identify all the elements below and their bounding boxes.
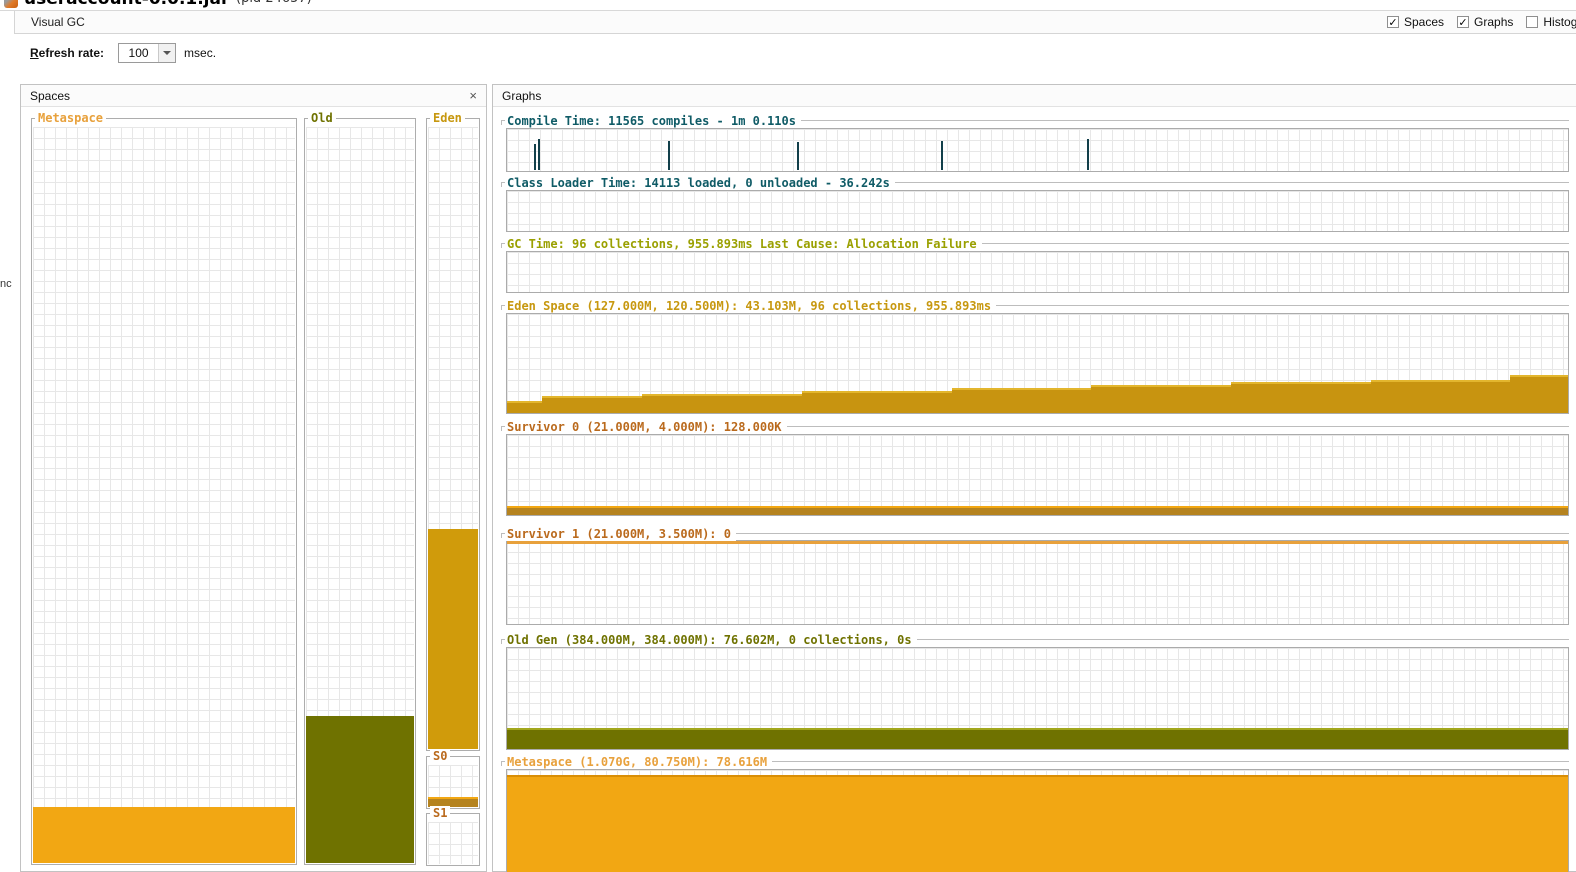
- step-fill-segment: [1370, 380, 1510, 413]
- graph-strip-label: Class Loader Time: 14113 loaded, 0 unloa…: [505, 176, 895, 190]
- refresh-label-rest: efresh rate:: [38, 46, 105, 60]
- compile-spike: [940, 140, 943, 170]
- space-column-s1: S1: [426, 806, 480, 866]
- space-column-eden: Eden: [426, 111, 480, 751]
- space-column-metaspace: Metaspace: [31, 111, 297, 865]
- step-fill-segment: [507, 401, 542, 413]
- graph-strip-chart-0: [506, 128, 1569, 172]
- space-column-fill: [428, 528, 478, 749]
- checkbox-graphs[interactable]: ✓ Graphs: [1457, 15, 1513, 29]
- space-column-grid: [428, 127, 478, 749]
- compile-spike: [796, 142, 799, 170]
- graph-strip-chart-4: [506, 434, 1569, 516]
- chart-top-line: [507, 541, 1568, 544]
- graph-strip-chart-5: [506, 540, 1569, 625]
- left-edge-text-fragment: nc: [0, 278, 12, 290]
- graph-strip-chart-7: [506, 769, 1569, 872]
- graph-strip-label: GC Time: 96 collections, 955.893ms Last …: [505, 237, 982, 251]
- step-fill-segment: [641, 394, 802, 413]
- step-fill-segment: [1230, 382, 1371, 413]
- space-column-label: Metaspace: [35, 111, 107, 125]
- step-fill-segment: [1090, 385, 1231, 413]
- graphs-panel-header: Graphs: [493, 85, 1576, 107]
- space-column-grid: [428, 822, 478, 864]
- graph-strip-label: Survivor 0 (21.000M, 4.000M): 128.000K: [505, 420, 787, 434]
- graph-strip-label: Metaspace (1.070G, 80.750M): 78.616M: [505, 755, 773, 769]
- step-fill-segment: [1509, 375, 1568, 413]
- checkbox-spaces[interactable]: ✓ Spaces: [1387, 15, 1444, 29]
- window-title: useraccount-0.0.1.jar: [24, 0, 229, 9]
- graph-strip-label: Old Gen (384.000M, 384.000M): 76.602M, 0…: [505, 633, 917, 647]
- combo-dropdown-button[interactable]: [158, 44, 176, 62]
- compile-spike: [668, 140, 671, 170]
- checkbox-box-icon[interactable]: ✓: [1457, 16, 1470, 29]
- graph-strip-chart-1: [506, 190, 1569, 232]
- chart-fill: [507, 727, 1568, 749]
- graph-strip-chart-2: [506, 251, 1569, 293]
- checkbox-label: Graphs: [1474, 15, 1514, 29]
- graph-strip-label: Survivor 1 (21.000M, 3.500M): 0: [505, 527, 736, 541]
- graphs-strips: Compile Time: 11565 compiles - 1m 0.110s…: [493, 85, 1576, 872]
- visualgc-tab-bar: Visual GC ✓ Spaces ✓ Graphs Histogram: [14, 11, 1576, 34]
- graph-strip-label: Compile Time: 11565 compiles - 1m 0.110s: [505, 114, 801, 128]
- space-column-old: Old: [304, 111, 416, 865]
- space-column-fill: [33, 807, 295, 863]
- refresh-rate-unit: msec.: [184, 46, 217, 60]
- spaces-panel: Metaspace Old Eden S0 S1 Spaces ×: [20, 84, 487, 872]
- space-column-label: S1: [430, 806, 451, 820]
- graphs-panel-title: Graphs: [502, 88, 542, 103]
- graph-strip-chart-6: [506, 647, 1569, 750]
- chart-fill: [507, 775, 1568, 872]
- step-fill-segment: [542, 396, 642, 413]
- graph-strip-label: Eden Space (127.000M, 120.500M): 43.103M…: [505, 299, 997, 313]
- window-pid: (pid 24657): [236, 0, 312, 6]
- space-column-fill: [306, 715, 414, 863]
- graphs-panel: Compile Time: 11565 compiles - 1m 0.110s…: [492, 84, 1576, 872]
- checkbox-box-icon[interactable]: ✓: [1387, 16, 1399, 29]
- refresh-rate-select[interactable]: 100: [118, 43, 177, 63]
- compile-spike: [533, 143, 536, 170]
- checkbox-histogram[interactable]: Histogram: [1526, 15, 1576, 29]
- space-column-label: Eden: [430, 111, 465, 125]
- chevron-down-icon: [163, 51, 172, 55]
- space-column-label: Old: [308, 111, 336, 125]
- space-column-grid: [306, 127, 414, 863]
- refresh-rate-value: 100: [128, 46, 149, 60]
- step-fill-segment: [801, 391, 952, 413]
- refresh-toolbar: Refresh rate: 100 msec.: [14, 34, 1576, 72]
- visualvm-window: useraccount-0.0.1.jar (pid 24657) Visual…: [0, 0, 1576, 872]
- spaces-close-button[interactable]: ×: [469, 89, 477, 102]
- space-column-grid: [428, 765, 478, 807]
- space-column-grid: [33, 127, 295, 863]
- compile-spike: [1087, 138, 1090, 170]
- graph-strip-chart-3: [506, 313, 1569, 414]
- app-icon: [4, 0, 18, 8]
- space-column-s0: S0: [426, 749, 480, 809]
- checkbox-label: Spaces: [1404, 15, 1445, 29]
- visualgc-tab-label: Visual GC: [31, 15, 85, 29]
- window-title-bar: useraccount-0.0.1.jar (pid 24657): [0, 0, 1576, 11]
- checkbox-box-icon[interactable]: [1526, 16, 1539, 28]
- refresh-rate-label: Refresh rate:: [30, 46, 104, 60]
- space-column-label: S0: [430, 749, 451, 763]
- step-fill-segment: [951, 388, 1091, 413]
- compile-spike: [537, 138, 540, 170]
- spaces-panel-title: Spaces: [30, 88, 71, 103]
- chart-fill: [507, 506, 1568, 515]
- spaces-panel-header: Spaces ×: [21, 85, 486, 107]
- tab-checkboxes: ✓ Spaces ✓ Graphs Histogram: [1387, 11, 1576, 33]
- spaces-columns: Metaspace Old Eden S0 S1: [21, 85, 486, 871]
- refresh-mnemonic: R: [30, 46, 39, 60]
- checkbox-label: Histogram: [1543, 15, 1576, 29]
